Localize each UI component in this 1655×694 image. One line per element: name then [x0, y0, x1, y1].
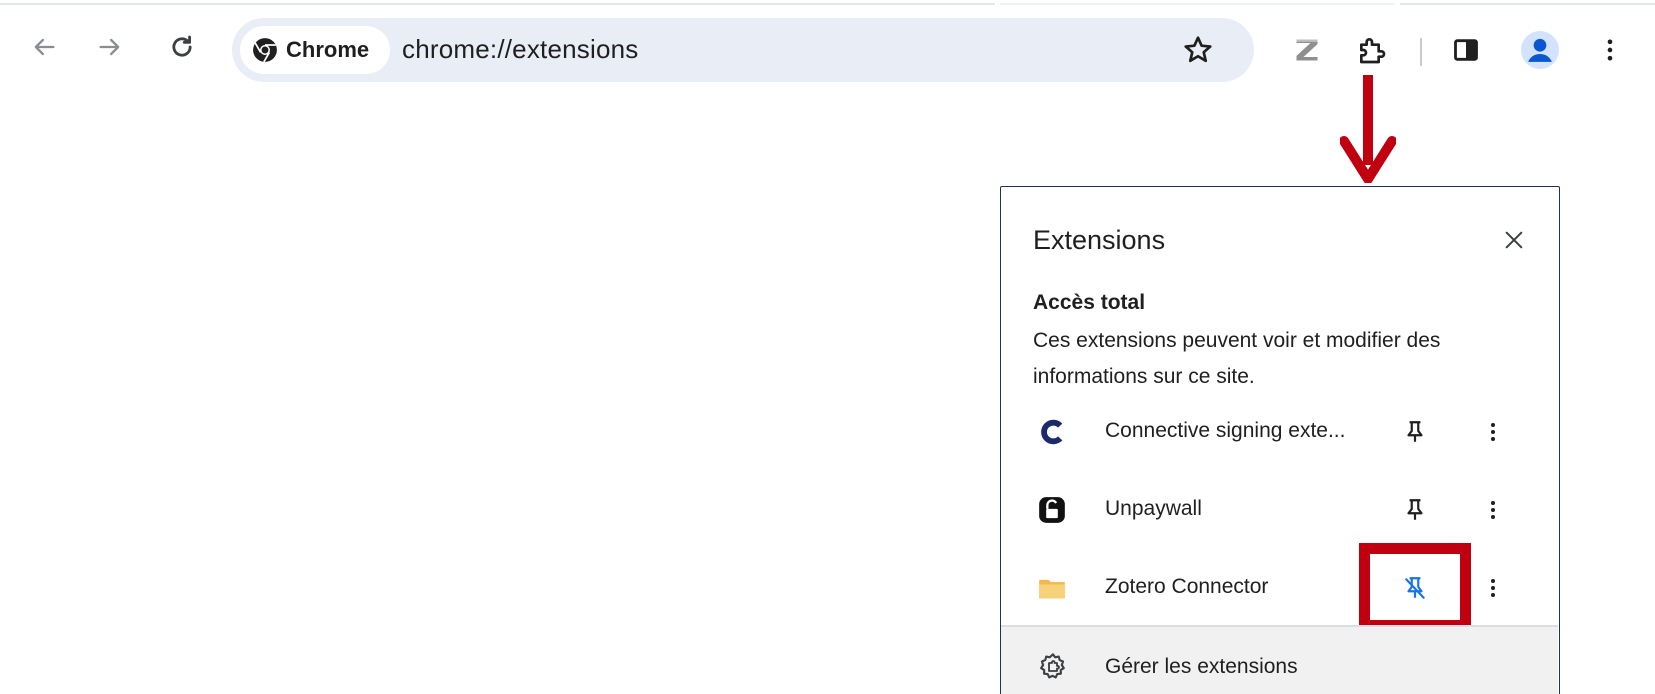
back-button[interactable]: [22, 25, 66, 69]
manage-extensions-button[interactable]: Gérer les extensions: [1001, 627, 1558, 694]
extension-name: Connective signing exte...: [1105, 419, 1346, 442]
toolbar-separator: [1420, 38, 1422, 66]
side-panel-icon: [1454, 39, 1478, 61]
folder-icon: [1037, 573, 1067, 603]
pin-button[interactable]: [1396, 491, 1434, 529]
pin-icon: [1407, 421, 1423, 442]
extensions-menu-button[interactable]: [1352, 30, 1392, 70]
section-heading: Accès total: [1033, 291, 1146, 314]
section-description: Ces extensions peuvent voir et modifier …: [1033, 329, 1441, 388]
annotation-arrow-icon: [1340, 75, 1396, 183]
kebab-menu-icon: [1607, 39, 1613, 61]
connective-c-icon: [1037, 417, 1067, 447]
browser-window: Chrome chrome://extensions Extensions Ac…: [0, 0, 1655, 694]
reload-button[interactable]: [160, 25, 204, 69]
url-text[interactable]: chrome://extensions: [402, 34, 638, 65]
extension-name: Zotero Connector: [1105, 575, 1269, 598]
arrow-left-icon: [34, 38, 55, 56]
tab-strip-edge: [1400, 0, 1655, 5]
pin-icon: [1407, 499, 1423, 520]
side-panel-button[interactable]: [1446, 30, 1486, 70]
extension-row-zotero[interactable]: Zotero Connector: [1001, 543, 1558, 631]
tab-strip-edge: [0, 0, 995, 5]
chrome-menu-button[interactable]: [1590, 30, 1630, 70]
kebab-menu-icon: [1491, 423, 1495, 441]
bookmark-star-button[interactable]: [1180, 32, 1216, 68]
manage-extensions-label: Gérer les extensions: [1105, 655, 1298, 678]
profile-avatar-icon: [1521, 31, 1559, 69]
extension-more-button[interactable]: [1474, 413, 1512, 451]
chrome-logo-icon: [253, 38, 277, 63]
star-icon: [1184, 36, 1212, 63]
extension-name: Unpaywall: [1105, 497, 1202, 520]
browser-toolbar: Chrome chrome://extensions: [0, 15, 1655, 85]
chip-label: Chrome: [286, 37, 370, 62]
extension-more-button[interactable]: [1474, 569, 1512, 607]
extension-row-connective[interactable]: Connective signing exte...: [1001, 395, 1558, 467]
site-info-chip[interactable]: Chrome: [240, 26, 390, 74]
gear-puzzle-icon: [1040, 653, 1065, 679]
kebab-menu-icon: [1491, 501, 1495, 519]
profile-button[interactable]: [1520, 30, 1560, 70]
popup-title: Extensions: [1033, 225, 1166, 255]
address-bar[interactable]: Chrome chrome://extensions: [232, 18, 1254, 82]
arrow-right-icon: [99, 38, 120, 56]
extensions-popup: Extensions Accès total Ces extensions pe…: [1000, 186, 1560, 694]
reload-icon: [172, 35, 192, 57]
puzzle-extensions-icon: [1360, 38, 1386, 64]
zotero-icon: [1296, 39, 1318, 61]
close-popup-button[interactable]: [1497, 223, 1531, 257]
unpin-button[interactable]: [1396, 569, 1434, 607]
pinned-icon: [1405, 577, 1425, 599]
extension-more-button[interactable]: [1474, 491, 1512, 529]
pin-button[interactable]: [1396, 413, 1434, 451]
tab-strip-edge: [1000, 0, 1395, 5]
forward-button[interactable]: [88, 25, 132, 69]
zotero-extension-button[interactable]: [1287, 30, 1327, 70]
close-icon: [1505, 231, 1523, 249]
kebab-menu-icon: [1491, 579, 1495, 597]
extension-row-unpaywall[interactable]: Unpaywall: [1001, 473, 1558, 545]
unpaywall-lock-icon: [1037, 495, 1067, 525]
